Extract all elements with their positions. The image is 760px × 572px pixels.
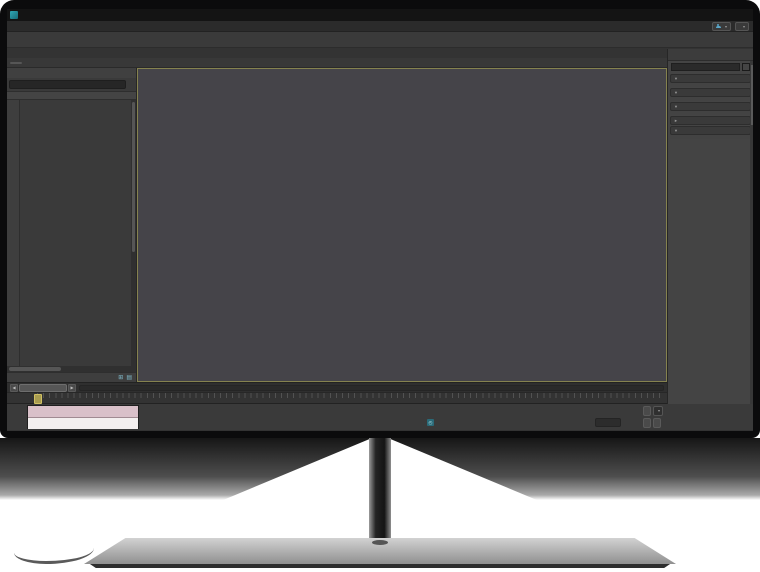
display-color-rollout: ▼	[670, 74, 751, 87]
stand-base-edge	[89, 564, 671, 568]
object-name-field[interactable]	[671, 63, 740, 71]
rollout-header[interactable]: ▼	[670, 88, 751, 97]
monitor-shadow-left	[0, 438, 372, 500]
monitor-cable	[14, 548, 94, 564]
chevron-down-icon: ▾	[742, 23, 745, 29]
display-properties-rollout: ▼	[670, 126, 751, 139]
expand-icon: ►	[674, 118, 678, 123]
perspective-viewport[interactable]	[137, 68, 667, 382]
title-bar	[7, 9, 753, 21]
key-controls-row2	[643, 418, 661, 428]
menubar-right: ▾ ▾	[711, 21, 753, 31]
screen: ▾ ▾ ⊞ ▤ ▼ ▼ ▼ ► ▼ ◀ ▶ ◴ ▾	[7, 9, 753, 431]
hide-by-category-rollout: ▼	[670, 88, 751, 101]
rollout-header[interactable]: ▼	[670, 126, 751, 135]
macro-recorder-row[interactable]	[28, 406, 138, 418]
dock-icon[interactable]: ⊞	[118, 374, 123, 382]
explorer-hscrollbar[interactable]	[7, 366, 136, 372]
command-panel-tabs	[668, 49, 753, 61]
time-slider-handle[interactable]	[19, 383, 67, 392]
auto-key-button[interactable]	[643, 406, 651, 416]
previous-frame-icon[interactable]: ◀	[10, 383, 18, 392]
scene-explorer: ⊞ ▤	[7, 68, 137, 382]
set-key-button[interactable]	[643, 418, 651, 428]
explorer-search-input[interactable]	[9, 80, 126, 89]
add-time-tag[interactable]: ◴	[427, 419, 436, 426]
monitor-shadow-right	[388, 438, 760, 500]
rollout-body	[670, 111, 751, 115]
explorer-vscrollbar[interactable]	[131, 100, 136, 366]
freeze-rollout: ►	[670, 116, 751, 125]
collapse-icon: ▼	[674, 76, 678, 81]
explorer-footer: ⊞ ▤	[7, 372, 136, 382]
scrollbar-thumb[interactable]	[9, 367, 61, 371]
panel-scrollbar[interactable]	[750, 61, 753, 404]
time-slider-track[interactable]	[79, 384, 664, 391]
command-panel: ▼ ▼ ▼ ► ▼	[667, 49, 753, 404]
track-bar-thumb[interactable]	[34, 394, 42, 404]
explorer-menu	[7, 68, 136, 78]
monitor-stand-column	[369, 438, 391, 546]
explorer-list	[20, 100, 136, 366]
next-frame-icon[interactable]: ▶	[68, 383, 76, 392]
stand-base-joint	[372, 540, 388, 545]
user-icon	[715, 23, 721, 29]
viewport-scene	[138, 69, 666, 381]
object-color-row	[668, 61, 753, 73]
time-slider: ◀ ▶	[7, 382, 667, 392]
track-bar[interactable]	[7, 392, 667, 404]
object-color-swatch[interactable]	[742, 63, 750, 71]
rollout-header[interactable]: ►	[670, 116, 751, 125]
ribbon-tabs	[7, 48, 667, 58]
maxscript-mini-listener[interactable]	[27, 405, 139, 429]
menu-bar: ▾ ▾	[7, 21, 753, 32]
explorer-filter-strip	[7, 100, 20, 366]
main-toolbar	[7, 32, 753, 48]
key-controls-row1: ▾	[643, 406, 664, 416]
key-set-dropdown[interactable]: ▾	[653, 406, 664, 416]
scrollbar-thumb[interactable]	[132, 102, 135, 252]
rollout-body	[670, 135, 751, 139]
rollout-header[interactable]: ▼	[670, 74, 751, 83]
explorer-column-header[interactable]	[7, 91, 136, 100]
collapse-icon: ▼	[674, 104, 678, 109]
workspaces-dropdown[interactable]: ▾	[734, 21, 749, 31]
ribbon-panel-row	[7, 58, 667, 68]
clock-icon: ◴	[427, 419, 434, 426]
explorer-search-row	[7, 78, 136, 91]
polygon-modeling-tab[interactable]	[10, 61, 22, 64]
status-bar: ◴ ▾	[7, 404, 753, 430]
chevron-down-icon: ▾	[658, 408, 661, 413]
rollout-header[interactable]: ▼	[670, 102, 751, 111]
monitor-bezel: ▾ ▾ ⊞ ▤ ▼ ▼ ▼ ► ▼ ◀ ▶ ◴ ▾	[0, 0, 760, 438]
ruler-ticks	[37, 393, 661, 398]
main-area: ⊞ ▤	[7, 68, 667, 382]
chevron-down-icon: ▾	[724, 23, 727, 29]
layout-icon[interactable]: ▤	[126, 374, 132, 382]
collapse-icon: ▼	[674, 90, 678, 95]
rollout-body	[670, 83, 751, 87]
hide-rollout: ▼	[670, 102, 751, 115]
collapse-icon: ▼	[674, 128, 678, 133]
sign-in-button[interactable]: ▾	[711, 21, 731, 31]
rollout-body	[670, 97, 751, 101]
key-filters-button[interactable]	[653, 418, 661, 428]
listener-row[interactable]	[28, 418, 138, 429]
app-icon	[10, 11, 18, 19]
explorer-body	[7, 100, 136, 366]
photo-background	[0, 438, 760, 572]
current-frame-field[interactable]	[595, 418, 621, 427]
